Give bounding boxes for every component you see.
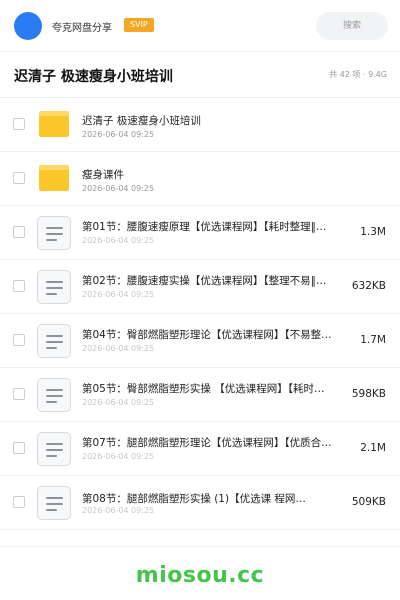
item-size: 1.3M xyxy=(360,226,386,238)
item-date: 2026-06-04 09:25 xyxy=(82,290,155,299)
select-checkbox[interactable] xyxy=(13,388,25,400)
watermark: miosou.cc xyxy=(135,563,265,588)
document-icon xyxy=(37,486,71,520)
list-item[interactable]: 第04节：臀部燃脂塑形理论【优选课程网】【不易整… 2026-06-04 09:… xyxy=(0,314,400,368)
item-size: 632KB xyxy=(351,280,386,292)
sharer-name: 夸克网盘分享 xyxy=(52,23,112,34)
list-item[interactable]: 第05节：臀部燃脂塑形实操 【优选课程网】【耗时… 2026-06-04 09:… xyxy=(0,368,400,422)
folder-meta: 共 42 项 · 9.4G xyxy=(329,70,387,79)
item-name: 第07节：腿部燃脂塑形理论【优选课程网】【优质合… xyxy=(82,437,332,449)
item-date: 2026-06-04 09:25 xyxy=(82,506,155,515)
search-button[interactable]: 搜索 xyxy=(316,12,388,40)
list-item[interactable]: 第02节：腰腹速瘦实操【优选课程网】【整理不易‖… 2026-06-04 09:… xyxy=(0,260,400,314)
list-item[interactable]: 第08节：腿部燃脂塑形实操 (1)【优选课 程网… 2026-06-04 09:… xyxy=(0,476,400,530)
file-list: 迟清子 极速瘦身小班培训 2026-06-04 09:25 瘦身课件 2026-… xyxy=(0,98,400,530)
item-date: 2026-06-04 09:25 xyxy=(82,236,155,245)
item-date: 2026-06-04 09:25 xyxy=(82,398,155,407)
item-size: 1.7M xyxy=(360,334,386,346)
select-checkbox[interactable] xyxy=(13,334,25,346)
select-checkbox[interactable] xyxy=(13,280,25,292)
item-date: 2026-06-04 09:25 xyxy=(82,452,155,461)
folder-icon xyxy=(39,111,69,137)
item-size: 598KB xyxy=(351,388,386,400)
list-item[interactable]: 第07节：腿部燃脂塑形理论【优选课程网】【优质合… 2026-06-04 09:… xyxy=(0,422,400,476)
app-header: 夸克网盘分享 SVIP 搜索 xyxy=(0,0,400,52)
document-icon xyxy=(37,270,71,304)
item-name: 第05节：臀部燃脂塑形实操 【优选课程网】【耗时… xyxy=(82,383,325,395)
footer: miosou.cc xyxy=(0,546,400,600)
select-checkbox[interactable] xyxy=(13,496,25,508)
folder-titlebar: 迟清子 极速瘦身小班培训 共 42 项 · 9.4G xyxy=(0,52,400,98)
list-item[interactable]: 迟清子 极速瘦身小班培训 2026-06-04 09:25 xyxy=(0,98,400,152)
svip-badge: SVIP xyxy=(124,18,154,32)
item-name: 第02节：腰腹速瘦实操【优选课程网】【整理不易‖… xyxy=(82,275,327,287)
select-checkbox[interactable] xyxy=(13,442,25,454)
item-date: 2026-06-04 09:25 xyxy=(82,130,155,139)
item-name: 第04节：臀部燃脂塑形理论【优选课程网】【不易整… xyxy=(82,329,332,341)
item-name: 迟清子 极速瘦身小班培训 xyxy=(82,115,201,127)
list-item[interactable]: 瘦身课件 2026-06-04 09:25 xyxy=(0,152,400,206)
select-checkbox[interactable] xyxy=(13,226,25,238)
document-icon xyxy=(37,432,71,466)
document-icon xyxy=(37,378,71,412)
item-date: 2026-06-04 09:25 xyxy=(82,344,155,353)
document-icon xyxy=(37,324,71,358)
item-size: 509KB xyxy=(351,496,386,508)
list-item[interactable]: 第01节：腰腹速瘦原理【优选课程网】【耗时整理‖… 2026-06-04 09:… xyxy=(0,206,400,260)
avatar[interactable] xyxy=(14,12,42,40)
item-size: 2.1M xyxy=(360,442,386,454)
item-name: 瘦身课件 xyxy=(82,169,124,181)
select-checkbox[interactable] xyxy=(13,172,25,184)
item-date: 2026-06-04 09:25 xyxy=(82,184,155,193)
folder-icon xyxy=(39,165,69,191)
document-icon xyxy=(37,216,71,250)
select-checkbox[interactable] xyxy=(13,118,25,130)
item-name: 第01节：腰腹速瘦原理【优选课程网】【耗时整理‖… xyxy=(82,221,327,233)
page-title: 迟清子 极速瘦身小班培训 xyxy=(14,69,173,85)
